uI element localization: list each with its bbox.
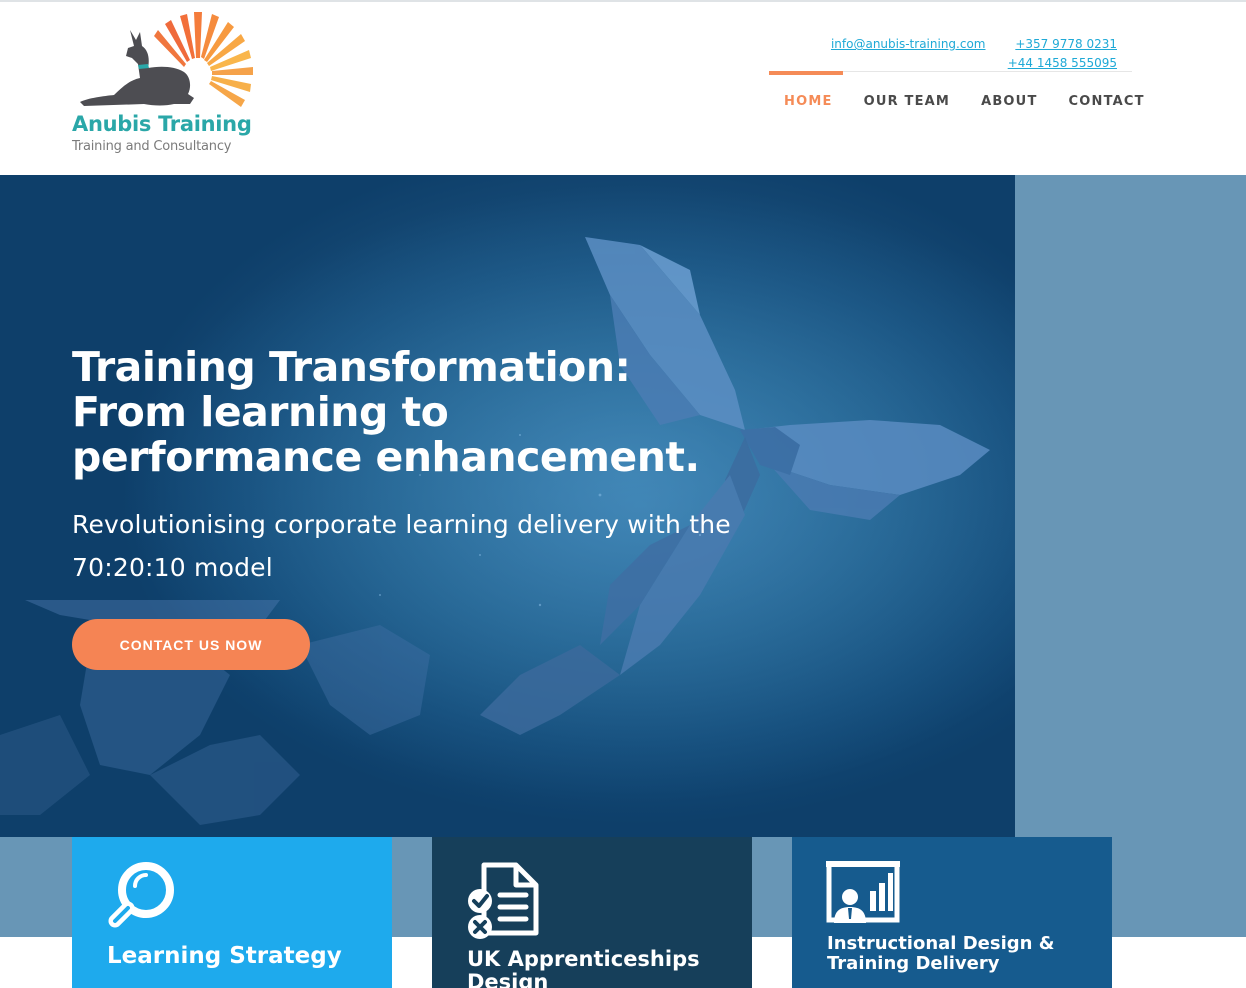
card-title-line-2: Design [467, 970, 549, 988]
hero-side-band [1015, 175, 1246, 937]
nav-item-home[interactable]: HOME [784, 94, 833, 114]
service-card-uk-apprenticeships[interactable]: UK Apprenticeships Design [432, 837, 752, 988]
logo-title: Anubis Training [72, 112, 252, 136]
hero-title-line-3: performance enhancement. [72, 433, 700, 481]
hero-title: Training Transformation: From learning t… [72, 345, 792, 480]
card-title-line-1: UK Apprenticeships [467, 947, 700, 971]
card-title: Instructional Design & Training Delivery [827, 934, 1054, 974]
hero-title-line-1: Training Transformation: [72, 343, 631, 391]
phone-cy-link[interactable]: +357 9778 0231 [1015, 37, 1117, 51]
anubis-logo-icon [80, 12, 253, 107]
logo-tagline: Training and Consultancy [72, 139, 232, 154]
hero-subtitle: Revolutionising corporate learning deliv… [72, 510, 731, 582]
card-title: UK Apprenticeships Design [467, 948, 700, 988]
site-header: Anubis Training Training and Consultancy… [0, 2, 1246, 175]
main-nav: HOME OUR TEAM ABOUT CONTACT [769, 94, 1145, 114]
site-logo[interactable]: Anubis Training Training and Consultancy [70, 2, 260, 162]
checklist-document-icon [468, 862, 539, 939]
magnifier-icon [108, 862, 174, 928]
card-title-line-2: Training Delivery [827, 953, 1000, 974]
hero-title-line-2: From learning to [72, 388, 449, 436]
service-card-learning-strategy[interactable]: Learning Strategy [72, 837, 392, 988]
nav-active-indicator [769, 71, 843, 75]
phone-uk-link[interactable]: +44 1458 555095 [1008, 56, 1117, 70]
card-title-line-1: Instructional Design & [827, 933, 1055, 954]
hero-banner: Training Transformation: From learning t… [0, 175, 1015, 837]
nav-item-our-team[interactable]: OUR TEAM [864, 94, 951, 114]
card-title: Learning Strategy [107, 943, 342, 969]
service-card-instructional-design[interactable]: Instructional Design & Training Delivery [792, 837, 1112, 988]
nav-item-contact[interactable]: CONTACT [1069, 94, 1145, 114]
nav-item-about[interactable]: ABOUT [981, 94, 1037, 114]
contact-us-button[interactable]: CONTACT US NOW [72, 619, 310, 670]
presentation-board-icon [826, 861, 900, 923]
header-contact-info: info@anubis-training.com +357 9778 0231 … [831, 35, 1117, 73]
email-link[interactable]: info@anubis-training.com [831, 37, 986, 51]
